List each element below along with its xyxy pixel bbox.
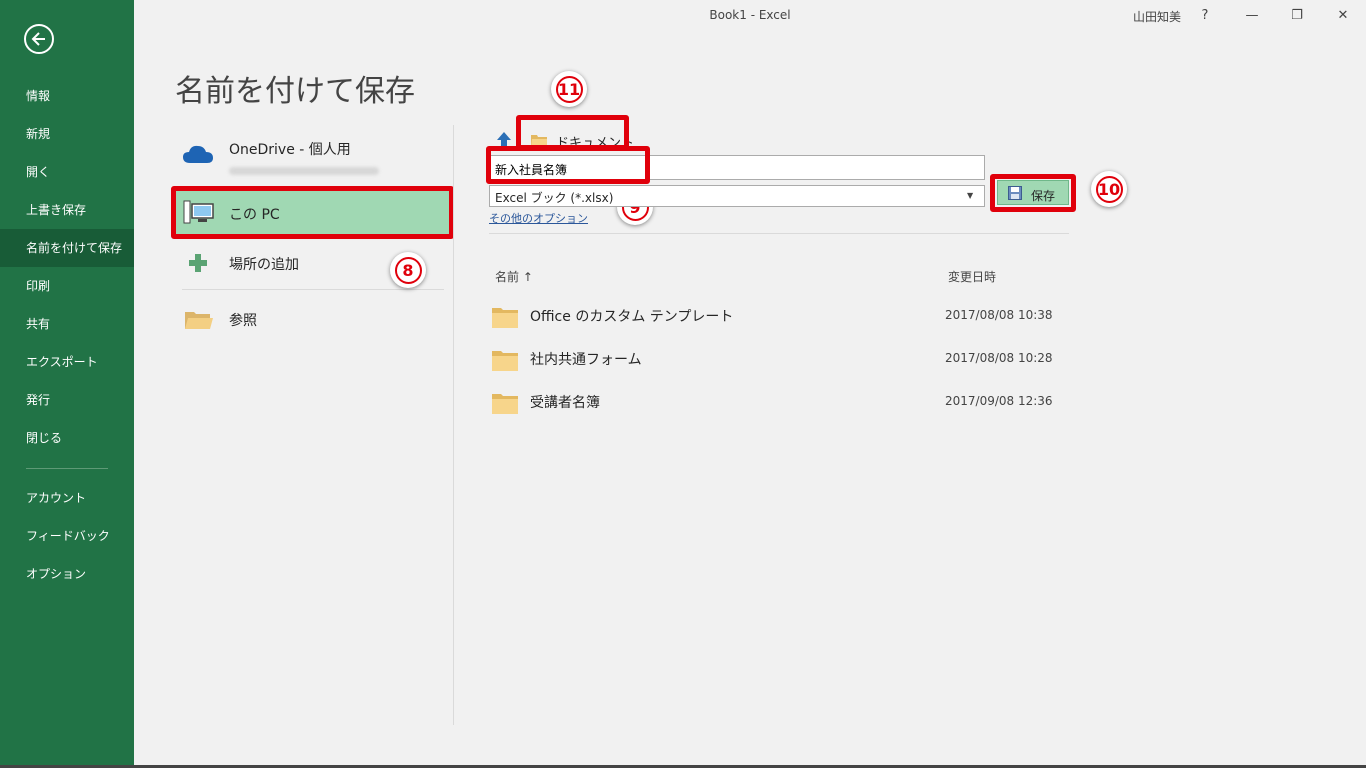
sidebar-item-publish[interactable]: 発行: [0, 381, 134, 419]
column-header-name[interactable]: 名前 ↑: [495, 268, 533, 285]
file-name: 社内共通フォーム: [530, 352, 642, 368]
sidebar-item-options[interactable]: オプション: [0, 555, 134, 593]
column-header-modified[interactable]: 変更日時: [948, 268, 996, 285]
sidebar-item-export[interactable]: エクスポート: [0, 343, 134, 381]
file-list-row[interactable]: 受講者名簿 2017/09/08 12:36: [489, 383, 1069, 423]
help-button[interactable]: ?: [1190, 4, 1220, 28]
folder-icon: [492, 351, 518, 371]
sidebar-item-close[interactable]: 閉じる: [0, 419, 134, 457]
back-arrow-icon: [31, 32, 45, 46]
file-list-row[interactable]: Office のカスタム テンプレート 2017/08/08 10:38: [489, 297, 1069, 337]
file-modified: 2017/09/08 12:36: [945, 394, 1053, 408]
file-modified: 2017/08/08 10:28: [945, 351, 1053, 365]
sidebar-item-save[interactable]: 上書き保存: [0, 191, 134, 229]
sidebar-item-new[interactable]: 新規: [0, 115, 134, 153]
minimize-button[interactable]: —: [1237, 4, 1267, 28]
window-title: Book1 - Excel: [709, 8, 791, 22]
account-email-blurred: [229, 167, 379, 175]
sidebar-item-info[interactable]: 情報: [0, 77, 134, 115]
user-name[interactable]: 山田知美: [1133, 8, 1181, 25]
more-options-link[interactable]: その他のオプション: [489, 210, 588, 226]
title-bar: Book1 - Excel: [134, 0, 1366, 32]
highlight-box-breadcrumb: [516, 115, 629, 150]
sidebar-divider: [26, 468, 108, 469]
sidebar-item-open[interactable]: 開く: [0, 153, 134, 191]
folder-open-icon: [185, 312, 213, 329]
sidebar-item-account[interactable]: アカウント: [0, 479, 134, 517]
folder-icon: [492, 308, 518, 328]
section-divider: [489, 233, 1069, 234]
sidebar-item-share[interactable]: 共有: [0, 305, 134, 343]
location-label: OneDrive - 個人用: [229, 142, 351, 158]
file-name: 受講者名簿: [530, 395, 600, 411]
page-title: 名前を付けて保存: [175, 74, 415, 109]
location-label: 場所の追加: [229, 257, 299, 273]
sidebar-item-save-as[interactable]: 名前を付けて保存: [0, 229, 134, 267]
back-button[interactable]: [24, 24, 54, 54]
file-name: Office のカスタム テンプレート: [530, 309, 734, 325]
highlight-box-save: [990, 174, 1076, 212]
restore-button[interactable]: ❐: [1282, 4, 1312, 28]
folder-icon: [492, 394, 518, 414]
sidebar-item-feedback[interactable]: フィードバック: [0, 517, 134, 555]
callout-badge-11: 11: [551, 71, 587, 107]
location-divider: [182, 289, 444, 290]
file-modified: 2017/08/08 10:38: [945, 308, 1053, 322]
pane-divider: [453, 125, 454, 725]
location-label: 参照: [229, 313, 257, 329]
location-onedrive[interactable]: OneDrive - 個人用: [176, 135, 450, 180]
sidebar-item-print[interactable]: 印刷: [0, 267, 134, 305]
location-browse[interactable]: 参照: [176, 300, 450, 340]
backstage-sidebar: 情報 新規 開く 上書き保存 名前を付けて保存 印刷 共有 エクスポート 発行 …: [0, 0, 134, 768]
filetype-value: Excel ブック (*.xlsx): [495, 191, 614, 205]
callout-badge-8: 8: [390, 252, 426, 288]
close-button[interactable]: ✕: [1328, 4, 1358, 28]
callout-badge-10: 10: [1091, 171, 1127, 207]
chevron-down-icon[interactable]: ▼: [967, 191, 973, 200]
highlight-box-filename: [486, 146, 650, 184]
cloud-icon: [183, 145, 213, 163]
highlight-box-this-pc: [171, 186, 454, 239]
plus-icon: [189, 254, 207, 272]
file-list-row[interactable]: 社内共通フォーム 2017/08/08 10:28: [489, 340, 1069, 380]
